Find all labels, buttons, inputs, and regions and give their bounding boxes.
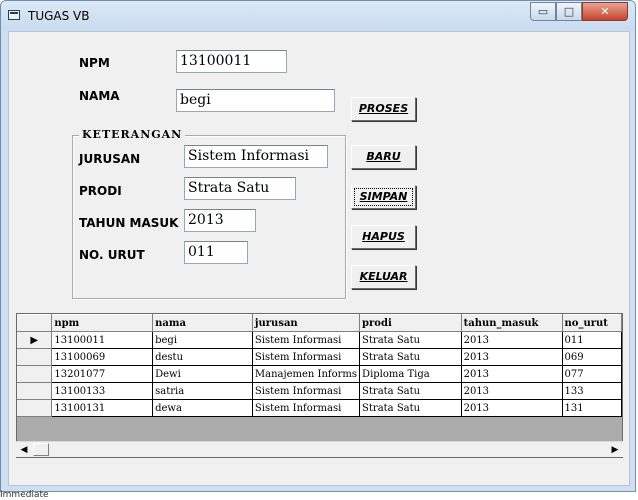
cell[interactable]: satria — [152, 382, 253, 400]
cell[interactable]: begi — [152, 331, 253, 349]
column-header[interactable]: tahun_masuk — [461, 314, 563, 332]
cell[interactable]: 131 — [562, 399, 622, 417]
cell[interactable]: 133 — [562, 382, 622, 400]
keluar-button[interactable]: KELUAR — [351, 265, 416, 289]
npm-input[interactable]: 13100011 — [176, 50, 287, 73]
npm-label: NPM — [79, 56, 110, 70]
cell[interactable]: Sistem Informasi — [252, 382, 361, 400]
cell[interactable]: 13100069 — [51, 348, 154, 366]
current-row-icon[interactable]: ▶ — [17, 331, 53, 349]
cell[interactable]: 2013 — [461, 399, 563, 417]
title-bar[interactable]: TUGAS VB ▭ □ ✕ — [1, 1, 635, 31]
cell[interactable]: 2013 — [461, 331, 563, 349]
no-urut-label: NO. URUT — [79, 248, 145, 262]
jurusan-label: JURUSAN — [79, 152, 141, 166]
column-header[interactable]: nama — [152, 314, 253, 332]
main-window: TUGAS VB ▭ □ ✕ NPM 13100011 NAMA begi KE… — [0, 0, 636, 492]
no-urut-input[interactable]: 011 — [184, 241, 248, 264]
column-header[interactable]: jurusan — [252, 314, 361, 332]
cell[interactable]: Manajemen Informs — [252, 365, 361, 383]
cell[interactable]: 13100133 — [51, 382, 154, 400]
cell[interactable]: destu — [152, 348, 253, 366]
cell[interactable]: Dewi — [152, 365, 253, 383]
scroll-thumb[interactable] — [33, 443, 49, 456]
scroll-right-icon[interactable]: ▶ — [608, 443, 622, 457]
form-icon — [8, 10, 20, 20]
grid-header-row: npm nama jurusan prodi tahun_masuk no_ur… — [17, 314, 622, 332]
proses-button[interactable]: PROSES — [351, 97, 416, 121]
cell[interactable]: Sistem Informasi — [252, 331, 361, 349]
table-row[interactable]: 13100131 dewa Sistem Informasi Strata Sa… — [17, 399, 622, 417]
table-row[interactable]: 13100133 satria Sistem Informasi Strata … — [17, 382, 622, 400]
cell[interactable]: 13201077 — [51, 365, 154, 383]
data-grid[interactable]: npm nama jurusan prodi tahun_masuk no_ur… — [16, 313, 623, 458]
nama-label: NAMA — [79, 89, 120, 103]
scroll-left-icon[interactable]: ◀ — [17, 443, 31, 457]
row-selector[interactable] — [17, 399, 53, 417]
keterangan-caption: KETERANGAN — [79, 128, 186, 141]
cell[interactable]: Strata Satu — [359, 348, 462, 366]
horizontal-scrollbar[interactable]: ◀ ▶ — [16, 441, 623, 457]
column-header[interactable]: npm — [51, 314, 154, 332]
nama-input[interactable]: begi — [176, 89, 335, 112]
table-row[interactable]: ▶ 13100011 begi Sistem Informasi Strata … — [17, 331, 622, 349]
cell[interactable]: Sistem Informasi — [252, 348, 361, 366]
table-row[interactable]: 13100069 destu Sistem Informasi Strata S… — [17, 348, 622, 366]
tahun-masuk-input[interactable]: 2013 — [184, 209, 256, 232]
cell[interactable]: Sistem Informasi — [252, 399, 361, 417]
row-selector[interactable] — [17, 348, 53, 366]
column-header[interactable]: prodi — [359, 314, 462, 332]
cell[interactable]: 069 — [562, 348, 622, 366]
prodi-input[interactable]: Strata Satu — [184, 177, 296, 200]
cell[interactable]: 2013 — [461, 365, 563, 383]
jurusan-input[interactable]: Sistem Informasi — [184, 145, 328, 168]
cell[interactable]: 2013 — [461, 348, 563, 366]
tahun-masuk-label: TAHUN MASUK — [79, 216, 179, 230]
row-selector[interactable] — [17, 365, 53, 383]
cell[interactable]: Strata Satu — [359, 382, 462, 400]
cell[interactable]: 13100011 — [51, 331, 154, 349]
hapus-button[interactable]: HAPUS — [351, 225, 416, 249]
grid-table: npm nama jurusan prodi tahun_masuk no_ur… — [17, 314, 622, 417]
cell[interactable]: 2013 — [461, 382, 563, 400]
immediate-window-label: Immediate — [0, 490, 49, 500]
form-client-area: NPM 13100011 NAMA begi KETERANGAN JURUSA… — [8, 31, 630, 486]
window-title: TUGAS VB — [28, 9, 90, 23]
row-selector-header — [17, 314, 53, 332]
cell[interactable]: 077 — [562, 365, 622, 383]
baru-button[interactable]: BARU — [351, 145, 416, 169]
cell[interactable]: Diploma Tiga — [359, 365, 462, 383]
maximize-button[interactable]: □ — [556, 2, 582, 21]
column-header[interactable]: no_urut — [562, 314, 622, 332]
minimize-button[interactable]: ▭ — [530, 2, 556, 21]
cell[interactable]: dewa — [152, 399, 253, 417]
simpan-button[interactable]: SIMPAN — [351, 185, 416, 209]
cell[interactable]: 011 — [562, 331, 622, 349]
table-row[interactable]: 13201077 Dewi Manajemen Informs Diploma … — [17, 365, 622, 383]
prodi-label: PRODI — [79, 184, 122, 198]
cell[interactable]: Strata Satu — [359, 331, 462, 349]
row-selector[interactable] — [17, 382, 53, 400]
cell[interactable]: 13100131 — [51, 399, 154, 417]
close-button[interactable]: ✕ — [582, 2, 628, 21]
cell[interactable]: Strata Satu — [359, 399, 462, 417]
